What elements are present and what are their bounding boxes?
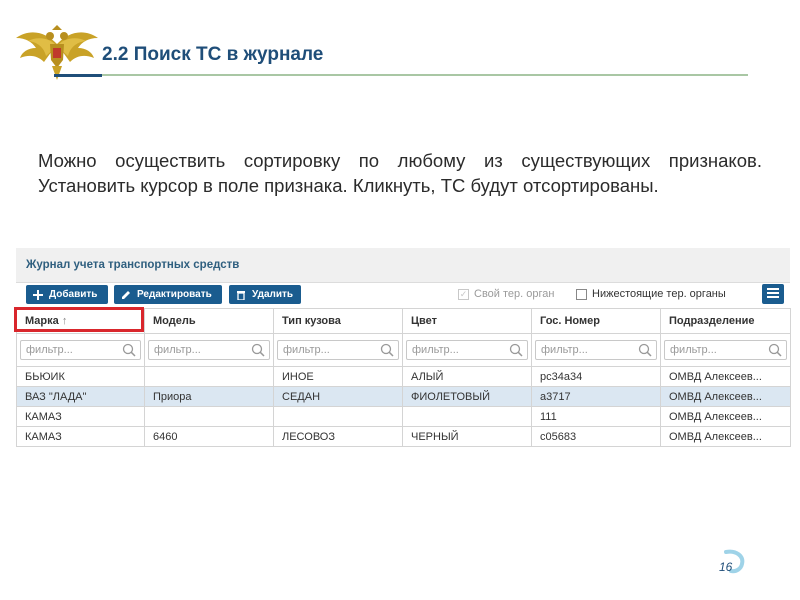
column-header-department[interactable]: Подразделение — [660, 308, 791, 334]
filter-input-brand[interactable]: фильтр... — [20, 340, 141, 360]
edit-button-label: Редактировать — [137, 289, 212, 300]
own-org-checkbox-label: Свой тер. орган — [474, 288, 555, 300]
search-icon — [251, 343, 265, 357]
cell-body-type: ЛЕСОВОЗ — [273, 426, 403, 447]
cell-color: ЧЕРНЫЙ — [402, 426, 532, 447]
hamburger-icon — [767, 285, 779, 303]
title-underline — [54, 74, 748, 76]
filter-placeholder: фильтр... — [26, 344, 73, 356]
journal-toolbar: Добавить Редактировать Удалить ✓ Свой те… — [16, 284, 790, 306]
trash-icon — [236, 290, 246, 300]
search-icon — [509, 343, 523, 357]
cell-brand: БЬЮИК — [16, 366, 145, 387]
slide-description: Можно осуществить сортировку по любому и… — [38, 150, 762, 196]
search-icon — [768, 343, 782, 357]
search-icon — [380, 343, 394, 357]
column-header-model[interactable]: Модель — [144, 308, 274, 334]
table-header-row: Марка ↑ Модель Тип кузова Цвет Гос. Номе… — [14, 307, 791, 334]
table-row[interactable]: КАМАЗ 111 ОМВД Алексеев... — [16, 406, 791, 427]
lower-orgs-checkbox-label: Нижестоящие тер. органы — [592, 288, 726, 300]
cell-model — [144, 366, 274, 387]
cell-body-type: ИНОЕ — [273, 366, 403, 387]
vehicle-journal-panel: Журнал учета транспортных средств Добави… — [14, 248, 791, 448]
cell-body-type — [273, 406, 403, 427]
sort-asc-icon: ↑ — [61, 315, 68, 327]
cell-model: Приора — [144, 386, 274, 407]
journal-title: Журнал учета транспортных средств — [26, 259, 240, 271]
cell-department: ОМВД Алексеев... — [660, 366, 791, 387]
column-header-plate-number[interactable]: Гос. Номер — [531, 308, 661, 334]
title-underline-accent — [54, 74, 102, 77]
cell-brand: КАМАЗ — [16, 426, 145, 447]
table-row[interactable]: ВАЗ "ЛАДА" Приора СЕДАН ФИОЛЕТОВЫЙ а3717… — [16, 386, 791, 407]
plus-icon — [33, 289, 43, 300]
cell-color — [402, 406, 532, 427]
column-header-brand-label: Марка — [25, 315, 59, 327]
cell-model: 6460 — [144, 426, 274, 447]
vehicle-table: Марка ↑ Модель Тип кузова Цвет Гос. Номе… — [14, 307, 791, 447]
table-row[interactable]: КАМАЗ 6460 ЛЕСОВОЗ ЧЕРНЫЙ с05683 ОМВД Ал… — [16, 426, 791, 447]
filter-input-body-type[interactable]: фильтр... — [277, 340, 399, 360]
filter-placeholder: фильтр... — [670, 344, 717, 356]
add-button[interactable]: Добавить — [26, 285, 108, 304]
slide-title: 2.2 Поиск ТС в журнале — [102, 44, 324, 65]
cell-model — [144, 406, 274, 427]
cell-body-type: СЕДАН — [273, 386, 403, 407]
cell-department: ОМВД Алексеев... — [660, 426, 791, 447]
table-row[interactable]: БЬЮИК ИНОЕ АЛЫЙ рс34а34 ОМВД Алексеев... — [16, 366, 791, 387]
filter-input-model[interactable]: фильтр... — [148, 340, 270, 360]
delete-button-label: Удалить — [252, 289, 294, 300]
filter-row: фильтр... фильтр... фильтр... фильтр... … — [16, 333, 791, 367]
cell-plate-number: 111 — [531, 406, 661, 427]
cell-color: АЛЫЙ — [402, 366, 532, 387]
column-header-color[interactable]: Цвет — [402, 308, 532, 334]
column-header-brand[interactable]: Марка ↑ — [14, 307, 145, 334]
filter-input-department[interactable]: фильтр... — [664, 340, 787, 360]
filter-placeholder: фильтр... — [541, 344, 588, 356]
add-button-label: Добавить — [49, 289, 98, 300]
lower-orgs-checkbox-box — [576, 288, 587, 300]
cell-department: ОМВД Алексеев... — [660, 386, 791, 407]
filter-placeholder: фильтр... — [412, 344, 459, 356]
journal-header: Журнал учета транспортных средств — [16, 248, 790, 283]
search-icon — [638, 343, 652, 357]
menu-button[interactable] — [762, 284, 784, 304]
cell-brand: ВАЗ "ЛАДА" — [16, 386, 145, 407]
pencil-icon — [121, 290, 131, 300]
own-org-checkbox[interactable]: ✓ Свой тер. орган — [458, 288, 554, 300]
cell-color: ФИОЛЕТОВЫЙ — [402, 386, 532, 407]
cell-plate-number: а3717 — [531, 386, 661, 407]
delete-button[interactable]: Удалить — [229, 285, 301, 304]
cell-department: ОМВД Алексеев... — [660, 406, 791, 427]
filter-input-plate-number[interactable]: фильтр... — [535, 340, 657, 360]
cell-plate-number: рс34а34 — [531, 366, 661, 387]
filter-placeholder: фильтр... — [154, 344, 201, 356]
column-header-body-type[interactable]: Тип кузова — [273, 308, 403, 334]
cell-brand: КАМАЗ — [16, 406, 145, 427]
filter-placeholder: фильтр... — [283, 344, 330, 356]
page-number: 16 — [719, 560, 733, 574]
edit-button[interactable]: Редактировать — [114, 285, 222, 304]
lower-orgs-checkbox[interactable]: Нижестоящие тер. органы — [576, 288, 726, 300]
search-icon — [122, 343, 136, 357]
own-org-checkbox-box: ✓ — [458, 288, 469, 300]
cell-plate-number: с05683 — [531, 426, 661, 447]
filter-input-color[interactable]: фильтр... — [406, 340, 528, 360]
